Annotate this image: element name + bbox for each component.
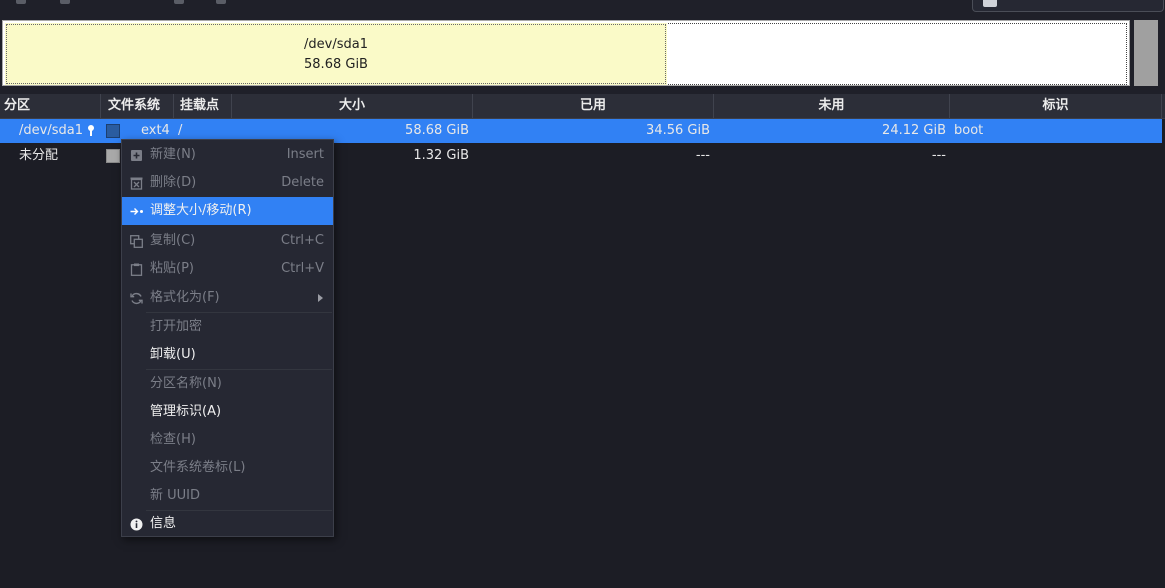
column-mountpoint[interactable]: 挂载点 <box>174 94 232 118</box>
menu-item-resize-move[interactable]: 调整大小/移动(R) <box>122 197 333 225</box>
partition-cell: /dev/sda1 <box>19 123 83 138</box>
menu-item-shortcut: Delete <box>281 175 324 190</box>
paste-icon <box>130 263 143 276</box>
menu-item-label: 检查(H) <box>150 432 196 447</box>
submenu-arrow-icon <box>318 294 323 302</box>
column-unused[interactable]: 未用 <box>714 94 950 118</box>
menu-item-delete[interactable]: 删除(D) Delete <box>122 169 333 197</box>
menu-item-new[interactable]: 新建(N) Insert <box>122 141 333 169</box>
filesystem-color-swatch <box>106 149 120 163</box>
menu-item-unmount[interactable]: 卸载(U) <box>122 341 333 369</box>
delete-toolbar-icon[interactable] <box>60 0 70 4</box>
used-cell: 34.56 GiB <box>646 123 710 138</box>
partition-segment-sda1[interactable]: /dev/sda1 58.68 GiB <box>5 23 667 85</box>
menu-item-shortcut: Insert <box>286 147 324 162</box>
menu-item-label: 粘贴(P) <box>150 261 194 276</box>
undo-toolbar-icon[interactable] <box>174 0 184 4</box>
disk-graphic: /dev/sda1 58.68 GiB <box>0 18 1165 90</box>
menu-item-label: 卸载(U) <box>150 347 196 362</box>
menu-item-label: 分区名称(N) <box>150 376 222 391</box>
menu-item-label: 调整大小/移动(R) <box>150 203 252 218</box>
filesystem-color-swatch <box>106 124 120 138</box>
column-size[interactable]: 大小 <box>232 94 473 118</box>
delete-icon <box>130 177 143 190</box>
menu-item-label: 新 UUID <box>150 488 201 503</box>
column-used[interactable]: 已用 <box>473 94 714 118</box>
context-menu: 新建(N) Insert 删除(D) Delete 调整大小/移动(R) 复制(… <box>121 139 334 537</box>
disk-bar: /dev/sda1 58.68 GiB <box>2 20 1130 86</box>
device-selector[interactable] <box>972 0 1164 12</box>
menu-item-label: 打开加密 <box>150 319 203 334</box>
unused-cell: --- <box>931 148 946 163</box>
partition-cell: 未分配 <box>19 148 59 163</box>
menu-item-partition-name[interactable]: 分区名称(N) <box>122 370 333 398</box>
menu-item-label: 复制(C) <box>150 233 196 248</box>
column-flags[interactable]: 标识 <box>950 94 1162 118</box>
menu-item-filesystem-label[interactable]: 文件系统卷标(L) <box>122 454 333 482</box>
flags-cell: boot <box>954 123 984 138</box>
harddisk-icon <box>983 0 997 7</box>
menu-item-label: 新建(N) <box>150 147 196 162</box>
menu-item-information[interactable]: 信息 <box>122 510 333 538</box>
menu-item-check[interactable]: 检查(H) <box>122 426 333 454</box>
menu-item-label: 信息 <box>150 516 177 531</box>
partition-segment-size: 58.68 GiB <box>304 57 368 72</box>
toolbar <box>0 0 1165 18</box>
unused-cell: 24.12 GiB <box>882 123 946 138</box>
disk-scrollbar[interactable] <box>1134 20 1158 86</box>
resize-move-icon <box>130 205 143 218</box>
menu-item-label: 删除(D) <box>150 175 197 190</box>
menu-item-format-as[interactable]: 格式化为(F) <box>122 284 333 312</box>
menu-item-shortcut: Ctrl+V <box>281 261 324 276</box>
new-icon <box>130 149 143 162</box>
copy-icon <box>130 235 143 248</box>
apply-toolbar-icon[interactable] <box>216 0 226 4</box>
table-header: 分区 文件系统 挂载点 大小 已用 未用 标识 <box>0 94 1165 119</box>
info-icon <box>130 518 143 531</box>
menu-item-shortcut: Ctrl+C <box>280 233 324 248</box>
menu-item-copy[interactable]: 复制(C) Ctrl+C <box>122 227 333 255</box>
key-icon <box>88 125 94 137</box>
format-icon <box>130 292 143 305</box>
menu-item-manage-flags[interactable]: 管理标识(A) <box>122 398 333 426</box>
used-cell: --- <box>695 148 710 163</box>
menu-item-label: 文件系统卷标(L) <box>150 460 246 475</box>
menu-item-label: 格式化为(F) <box>150 290 220 305</box>
menu-item-open-encryption[interactable]: 打开加密 <box>122 313 333 341</box>
new-toolbar-icon[interactable] <box>16 0 26 4</box>
menu-item-new-uuid[interactable]: 新 UUID <box>122 482 333 510</box>
column-filesystem[interactable]: 文件系统 <box>101 94 174 118</box>
partition-segment-name: /dev/sda1 <box>304 37 368 52</box>
menu-item-label: 管理标识(A) <box>150 404 222 419</box>
menu-item-paste[interactable]: 粘贴(P) Ctrl+V <box>122 255 333 283</box>
column-partition[interactable]: 分区 <box>0 94 101 118</box>
